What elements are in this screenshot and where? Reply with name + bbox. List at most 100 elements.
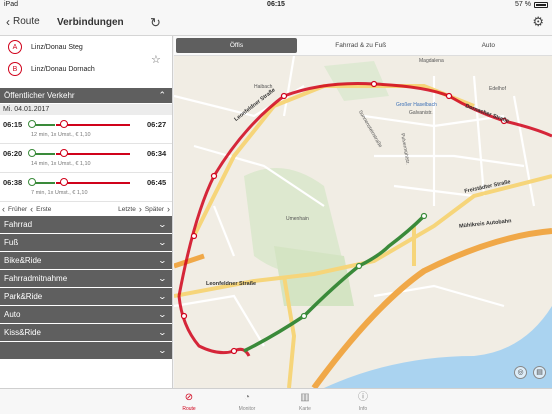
origin-marker-icon: A [8, 40, 22, 54]
category-label: Kiss&Ride [4, 328, 41, 337]
info-icon: ⓘ [358, 392, 368, 403]
gear-icon[interactable]: ⚙ [532, 14, 544, 30]
tram-icon [60, 149, 68, 157]
tab-label: Route [182, 406, 196, 412]
arrival-time: 06:27 [147, 120, 167, 129]
departure-time: 06:20 [3, 149, 23, 158]
chevron-down-icon: ⌄ [157, 346, 168, 355]
map-label: Leonfeldner Straße [206, 281, 257, 287]
category-label: Bike&Ride [4, 256, 42, 265]
main-roads [174, 84, 552, 388]
tab-label: Monitor [238, 406, 256, 412]
category-auto[interactable]: Auto ⌄ [0, 306, 172, 324]
category-kiss-ride[interactable]: Kiss&Ride ⌄ [0, 324, 172, 342]
map-layers-icon[interactable]: ▤ [533, 366, 546, 379]
bus-icon [28, 120, 36, 128]
divider [0, 80, 172, 88]
park-area [324, 61, 389, 101]
chevron-right-icon[interactable]: › [167, 204, 170, 214]
tram-icon [60, 120, 68, 128]
category-label: Fuß [4, 238, 19, 247]
category-more[interactable]: ⌄ [0, 342, 172, 360]
tab-auto[interactable]: Auto [425, 36, 552, 55]
back-label: Route [13, 16, 40, 27]
compass-icon: ⊘ [184, 392, 194, 403]
date-label: Mi. 04.01.2017 [0, 104, 172, 115]
map-label: Umenhain [286, 216, 309, 222]
category-fahrradmitnahme[interactable]: Fahrradmitnahme ⌄ [0, 270, 172, 288]
chevron-right-icon[interactable]: › [139, 204, 142, 214]
tab-monitor[interactable]: ◔ Monitor [218, 389, 276, 414]
connection-row[interactable]: 06:20 06:34 14 min, 1x Umst., € 1,10 [0, 144, 172, 173]
connections-panel: A Linz/Donau Steg B Linz/Donau Dornach ☆… [0, 36, 173, 388]
map-icon: ▥ [300, 392, 310, 403]
first-link[interactable]: Erste [36, 206, 51, 213]
battery-percent: 57 % [515, 1, 531, 8]
chevron-left-icon[interactable]: ‹ [30, 204, 33, 214]
origin-name: Linz/Donau Steg [31, 43, 83, 51]
category-park-ride[interactable]: Park&Ride ⌄ [0, 288, 172, 306]
tab-info[interactable]: ⓘ Info [334, 389, 392, 414]
connection-info: 12 min, 1x Umst., € 1,10 [31, 132, 91, 138]
connection-info: 14 min, 1x Umst., € 1,10 [31, 161, 91, 167]
walk-segment [33, 124, 55, 126]
route-map[interactable]: Magdalena Haibach Leonfeldner Straße Leo… [174, 56, 552, 388]
tab-label: Info [358, 406, 368, 412]
back-button[interactable]: ‹ Route [6, 14, 40, 29]
chevron-down-icon: ⌄ [157, 220, 168, 229]
chevron-down-icon: ⌄ [157, 328, 168, 337]
map-label: Magdalena [419, 58, 444, 64]
last-link[interactable]: Letzte [118, 206, 136, 213]
mode-tabs: Öffis Fahrrad & zu Fuß Auto [174, 36, 552, 56]
category-fahrrad[interactable]: Fahrrad ⌄ [0, 216, 172, 234]
destination-name: Linz/Donau Dornach [31, 65, 95, 73]
category-label: Fahrrad [4, 220, 33, 229]
navigation-bar: ‹ Route Verbindungen ↻ ⚙ [0, 10, 552, 36]
clock: 06:15 [267, 1, 285, 8]
chevron-down-icon: ⌄ [157, 238, 168, 247]
public-transport-header[interactable]: Öffentlicher Verkehr ⌃ [0, 88, 172, 104]
battery-icon [534, 1, 548, 8]
tab-fahrrad-fuss[interactable]: Fahrrad & zu Fuß [297, 36, 425, 55]
favorite-star-icon[interactable]: ☆ [151, 53, 161, 66]
category-label: Auto [4, 310, 21, 319]
tab-oeffis[interactable]: Öffis [176, 38, 297, 53]
earlier-link[interactable]: Früher [8, 206, 27, 213]
category-label: Fahrradmitnahme [4, 274, 68, 283]
public-transport-title: Öffentlicher Verkehr [4, 91, 75, 100]
pagination: ‹ Früher ‹ Erste Letzte › Später › [0, 202, 172, 216]
bus-icon [28, 178, 36, 186]
destination-marker-icon: B [8, 62, 22, 76]
chevron-left-icon: ‹ [6, 14, 10, 29]
departure-time: 06:38 [3, 178, 23, 187]
departure-time: 06:15 [3, 120, 23, 129]
connection-row[interactable]: 06:15 06:27 12 min, 1x Umst., € 1,10 [0, 115, 172, 144]
map-label: Großer Haselbach [396, 102, 437, 108]
chevron-up-icon: ⌃ [158, 90, 166, 100]
status-right: 57 % [515, 1, 548, 8]
motorway [174, 253, 205, 269]
category-bike-ride[interactable]: Bike&Ride ⌄ [0, 252, 172, 270]
tab-bar: ⊘ Route ◔ Monitor ▥ Karte ⓘ Info [0, 388, 552, 414]
status-bar: iPad 06:15 57 % [0, 0, 552, 10]
origin-stop[interactable]: A Linz/Donau Steg [0, 36, 172, 58]
chevron-down-icon: ⌄ [157, 274, 168, 283]
tab-route[interactable]: ⊘ Route [160, 389, 218, 414]
category-label: Park&Ride [4, 292, 43, 301]
walk-segment [33, 182, 55, 184]
connection-info: 7 min, 1x Umst., € 1,10 [31, 190, 88, 196]
later-link[interactable]: Später [145, 206, 164, 213]
chevron-down-icon: ⌄ [157, 310, 168, 319]
category-fuss[interactable]: Fuß ⌄ [0, 234, 172, 252]
arrival-time: 06:34 [147, 149, 167, 158]
connection-row[interactable]: 06:38 06:45 7 min, 1x Umst., € 1,10 [0, 173, 172, 202]
tab-karte[interactable]: ▥ Karte [276, 389, 334, 414]
walk-segment [33, 153, 55, 155]
locate-icon[interactable]: ◎ [514, 366, 527, 379]
chevron-left-icon[interactable]: ‹ [2, 204, 5, 214]
destination-stop[interactable]: B Linz/Donau Dornach [0, 58, 172, 80]
tram-icon [60, 178, 68, 186]
refresh-icon[interactable]: ↻ [150, 15, 161, 31]
map-label: Edelhof [489, 86, 506, 92]
chevron-down-icon: ⌄ [157, 256, 168, 265]
